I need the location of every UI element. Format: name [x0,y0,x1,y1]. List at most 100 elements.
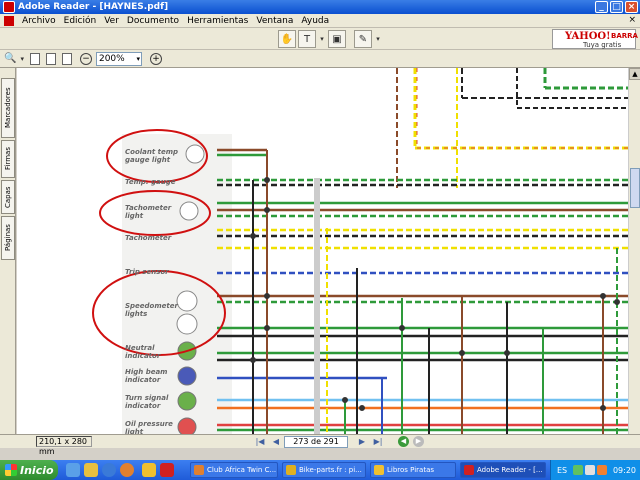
acrobat-icon[interactable] [160,463,174,477]
task-libros-piratas[interactable]: Libros Piratas [370,462,456,478]
network-icon[interactable] [573,465,583,475]
task-label: Adobe Reader - [... [477,466,543,474]
firefox-icon[interactable] [120,463,134,477]
junction-dot-13 [600,405,606,411]
select-text-icon[interactable]: T [298,30,316,48]
tab-paginas[interactable]: Páginas [1,216,15,260]
menu-documento[interactable]: Documento [123,16,183,26]
chevron-down-icon[interactable]: ▾ [318,30,326,48]
chevron-down-icon[interactable]: ▾ [136,53,140,65]
label-trip: Trip sensor [125,268,169,276]
update-icon[interactable] [597,465,607,475]
label-turn: Turn signal indicator [125,394,169,410]
last-page-icon[interactable]: ▶| [372,436,384,448]
title-bar: Adobe Reader - [HAYNES.pdf] _ □ × [0,0,640,14]
task-adobe-reader[interactable]: Adobe Reader - [... [460,462,546,478]
label-temp-gauge: Temp. gauge [125,178,176,186]
tab-marcadores[interactable]: Marcadores [1,78,15,138]
messenger-icon[interactable] [84,463,98,477]
tab-capas[interactable]: Capas [1,180,15,214]
junction-dot-12 [359,405,365,411]
task-club-africa-twin[interactable]: Club Africa Twin C... [190,462,278,478]
zoom-tool-icon[interactable]: 🔍 [4,53,16,64]
label-tacho-light: Tachometer light [125,204,172,220]
junction-dot-7 [459,350,465,356]
navigation-panel-tabs: Marcadores Firmas Capas Páginas [0,68,16,434]
language-indicator[interactable]: ES [557,466,567,475]
menu-ventana[interactable]: Ventana [252,16,297,26]
zoom-level-value: 200% [98,53,125,64]
vertical-scrollbar[interactable]: ▲ [628,68,640,434]
tab-firmas[interactable]: Firmas [1,140,15,178]
yahoo-barra-label: BARRA [611,32,638,40]
document-icon [4,15,14,26]
volume-icon[interactable] [585,465,595,475]
window-title: Adobe Reader - [HAYNES.pdf] [18,2,169,12]
zoom-level-input[interactable]: 200% ▾ [95,51,142,66]
status-bar: 210,1 x 280 mm |◀ ◀ 273 de 291 ▶ ▶| ◀ ▶ [0,434,640,456]
next-page-icon[interactable]: ▶ [356,436,368,448]
folder-icon [374,465,384,475]
minimize-button[interactable]: _ [595,1,608,13]
comment-tool-icon[interactable]: ✎ [354,30,372,48]
zoom-in-icon[interactable]: + [149,52,162,65]
menu-ayuda[interactable]: Ayuda [297,16,333,26]
system-tray: ES 09:20 [550,460,640,480]
hand-tool-icon[interactable]: ✋ [278,30,296,48]
label-highbeam: High beam indicator [125,368,168,384]
junction-dot-3 [264,293,270,299]
actual-size-icon[interactable] [29,52,40,65]
close-button[interactable]: × [625,1,638,13]
junction-dot-9 [600,293,606,299]
fit-width-icon[interactable] [61,52,72,65]
menu-ver[interactable]: Ver [100,16,123,26]
desktop-icon[interactable] [66,463,80,477]
acrobat-icon [464,465,474,475]
go-forward-icon[interactable]: ▶ [413,436,424,447]
zoom-out-icon[interactable]: − [79,52,92,65]
lamp-coolant [185,144,205,164]
snapshot-icon[interactable]: ▣ [328,30,346,48]
junction-dot-5 [250,357,256,363]
menu-archivo[interactable]: Archivo [18,16,60,26]
menu-bar: Archivo Edición Ver Documento Herramient… [0,14,640,28]
internet-explorer-icon[interactable] [102,463,116,477]
junction-dot-0 [264,177,270,183]
junction-dot-11 [342,397,348,403]
go-back-icon[interactable]: ◀ [398,436,409,447]
task-label: Libros Piratas [387,466,435,474]
yahoo-toolbar-ad[interactable]: YAHOO! BARRA Tuya gratis [552,29,638,49]
scroll-thumb[interactable] [630,168,640,208]
app-window: Adobe Reader - [HAYNES.pdf] _ □ × Archiv… [0,0,640,480]
chevron-down-icon[interactable]: ▾ [374,30,382,48]
label-neutral: Neutral indicator [125,344,161,360]
adobe-reader-icon [3,1,15,13]
page-size-readout: 210,1 x 280 mm [36,436,92,456]
previous-page-icon[interactable]: ◀ [270,436,282,448]
start-button[interactable]: Inicio [0,460,58,480]
junction-dot-6 [399,325,405,331]
document-close-button[interactable]: × [628,15,636,25]
label-oil: Oil pressure light [125,420,173,434]
page-number-input[interactable]: 273 de 291 [284,436,348,448]
task-label: Club Africa Twin C... [207,466,277,474]
scroll-up-icon[interactable]: ▲ [629,68,640,80]
chevron-down-icon[interactable]: ▾ [20,55,24,63]
tool-group: ✋ T ▾ ▣ ✎ ▾ [278,30,382,48]
fit-page-icon[interactable] [45,52,56,65]
maximize-button[interactable]: □ [610,1,623,13]
first-page-icon[interactable]: |◀ [254,436,266,448]
windows-taskbar: Inicio Club Africa Twin C... Bike-parts.… [0,460,640,480]
view-toolbar: 🔍 ▾ − 200% ▾ + [0,50,640,68]
task-bike-parts[interactable]: Bike-parts.fr : pi... [282,462,366,478]
task-label: Bike-parts.fr : pi... [299,466,362,474]
windows-logo-icon [5,464,17,476]
menu-edicion[interactable]: Edición [60,16,101,26]
junction-dot-4 [264,325,270,331]
document-view[interactable]: Coolant temp gauge light Temp. gauge Tacho… [17,68,628,434]
clock: 09:20 [612,466,636,475]
menu-herramientas[interactable]: Herramientas [183,16,252,26]
folder-icon[interactable] [142,463,156,477]
firefox-icon [194,465,204,475]
label-tachometer: Tachometer [125,234,172,242]
